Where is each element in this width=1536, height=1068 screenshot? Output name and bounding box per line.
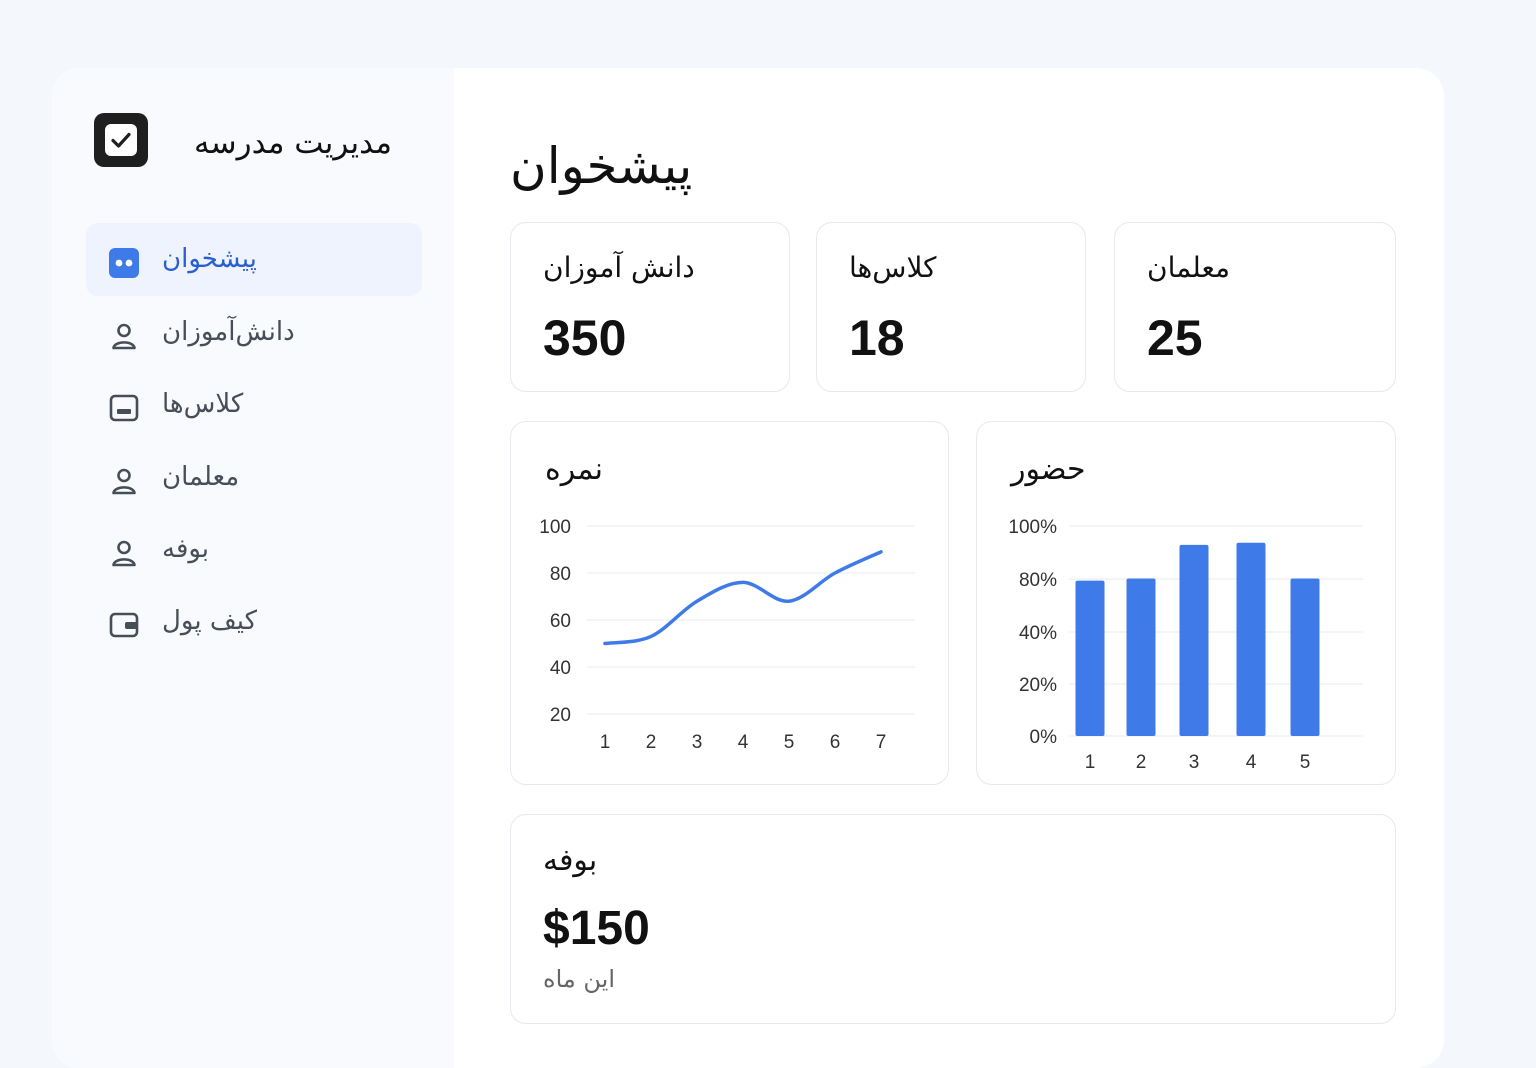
stat-card-teachers: معلمان 25	[1114, 222, 1396, 392]
x-tick-label: 4	[1246, 752, 1257, 773]
attendance-chart-card: حضور 0% 20% 40% 80% 100% 1 2 3 4 5	[976, 421, 1396, 785]
y-tick-label: 0%	[1030, 727, 1058, 748]
x-tick-label: 1	[600, 732, 611, 753]
user-icon	[112, 468, 136, 495]
sidebar-item-label: معلمان	[162, 462, 240, 492]
sidebar: مدیریت مدرسه پیشخوان دانش‌آموزان کلاس‌ها	[52, 68, 454, 1068]
grades-line-chart: 20 40 60 80 100 1 2 3 4 5 6 7	[539, 517, 915, 753]
sidebar-item-students[interactable]: دانش‌آموزان	[86, 296, 422, 369]
stat-label: کلاس‌ها	[849, 251, 937, 284]
sidebar-item-teachers[interactable]: معلمان	[86, 441, 422, 514]
buffet-card: بوفه $150 این ماه	[510, 814, 1396, 1024]
wallet-icon	[109, 612, 139, 638]
sidebar-item-buffet[interactable]: بوفه	[86, 513, 422, 586]
bar	[1179, 544, 1209, 736]
series-line	[603, 550, 883, 646]
y-tick-label: 80	[550, 564, 571, 585]
app-window: مدیریت مدرسه پیشخوان دانش‌آموزان کلاس‌ها	[52, 68, 1444, 1068]
x-tick-label: 5	[784, 732, 795, 753]
x-tick-label: 1	[1085, 752, 1096, 773]
grades-chart-card: نمره 20 40 60 80 100 1 2 3 4 5 6 7	[510, 421, 949, 785]
sidebar-item-dashboard[interactable]: پیشخوان	[86, 223, 422, 296]
stat-value: 25	[1147, 310, 1203, 366]
sidebar-item-label: کیف پول	[162, 606, 257, 636]
y-tick-label: 40	[550, 658, 571, 679]
x-tick-label: 3	[692, 732, 703, 753]
buffet-amount: $150	[543, 902, 650, 955]
sidebar-item-wallet[interactable]: کیف پول	[86, 585, 422, 658]
checkbox-logo-icon	[94, 113, 148, 167]
brand-title: مدیریت مدرسه	[194, 125, 392, 161]
y-tick-label: 60	[550, 611, 571, 632]
user-icon	[112, 323, 136, 350]
x-tick-label: 5	[1300, 752, 1311, 773]
x-tick-label: 4	[738, 732, 749, 753]
x-tick-label: 2	[1136, 752, 1147, 773]
classroom-icon	[109, 394, 139, 422]
stat-card-students: دانش آموزان 350	[510, 222, 790, 392]
bar	[1236, 542, 1266, 736]
sidebar-item-classes[interactable]: کلاس‌ها	[86, 368, 422, 441]
y-tick-label: 40%	[1019, 623, 1057, 644]
bar	[1126, 578, 1156, 736]
y-tick-label: 20%	[1019, 675, 1057, 696]
user-icon	[112, 540, 136, 567]
attendance-bar-chart: 0% 20% 40% 80% 100% 1 2 3 4 5	[1008, 517, 1363, 773]
stat-card-classes: کلاس‌ها 18	[816, 222, 1086, 392]
sidebar-item-label: دانش‌آموزان	[162, 317, 295, 347]
x-tick-label: 2	[646, 732, 657, 753]
y-tick-label: 100%	[1008, 517, 1057, 538]
sidebar-item-label: بوفه	[162, 534, 210, 564]
y-tick-label: 80%	[1019, 570, 1057, 591]
stat-value: 18	[849, 310, 905, 366]
x-tick-label: 3	[1189, 752, 1200, 773]
buffet-period: این ماه	[543, 965, 615, 993]
sidebar-item-label: کلاس‌ها	[162, 389, 244, 419]
stat-label: دانش آموزان	[543, 251, 695, 284]
x-tick-label: 7	[876, 732, 887, 753]
sidebar-item-label: پیشخوان	[162, 244, 257, 274]
y-tick-label: 100	[539, 517, 571, 538]
bar	[1290, 578, 1320, 736]
y-tick-label: 20	[550, 705, 571, 726]
x-tick-label: 6	[830, 732, 841, 753]
page-title: پیشخوان	[510, 137, 693, 195]
dashboard-icon	[109, 248, 139, 278]
buffet-title: بوفه	[543, 843, 598, 878]
stat-value: 350	[543, 310, 627, 366]
stat-label: معلمان	[1147, 251, 1231, 284]
bar	[1075, 580, 1105, 736]
